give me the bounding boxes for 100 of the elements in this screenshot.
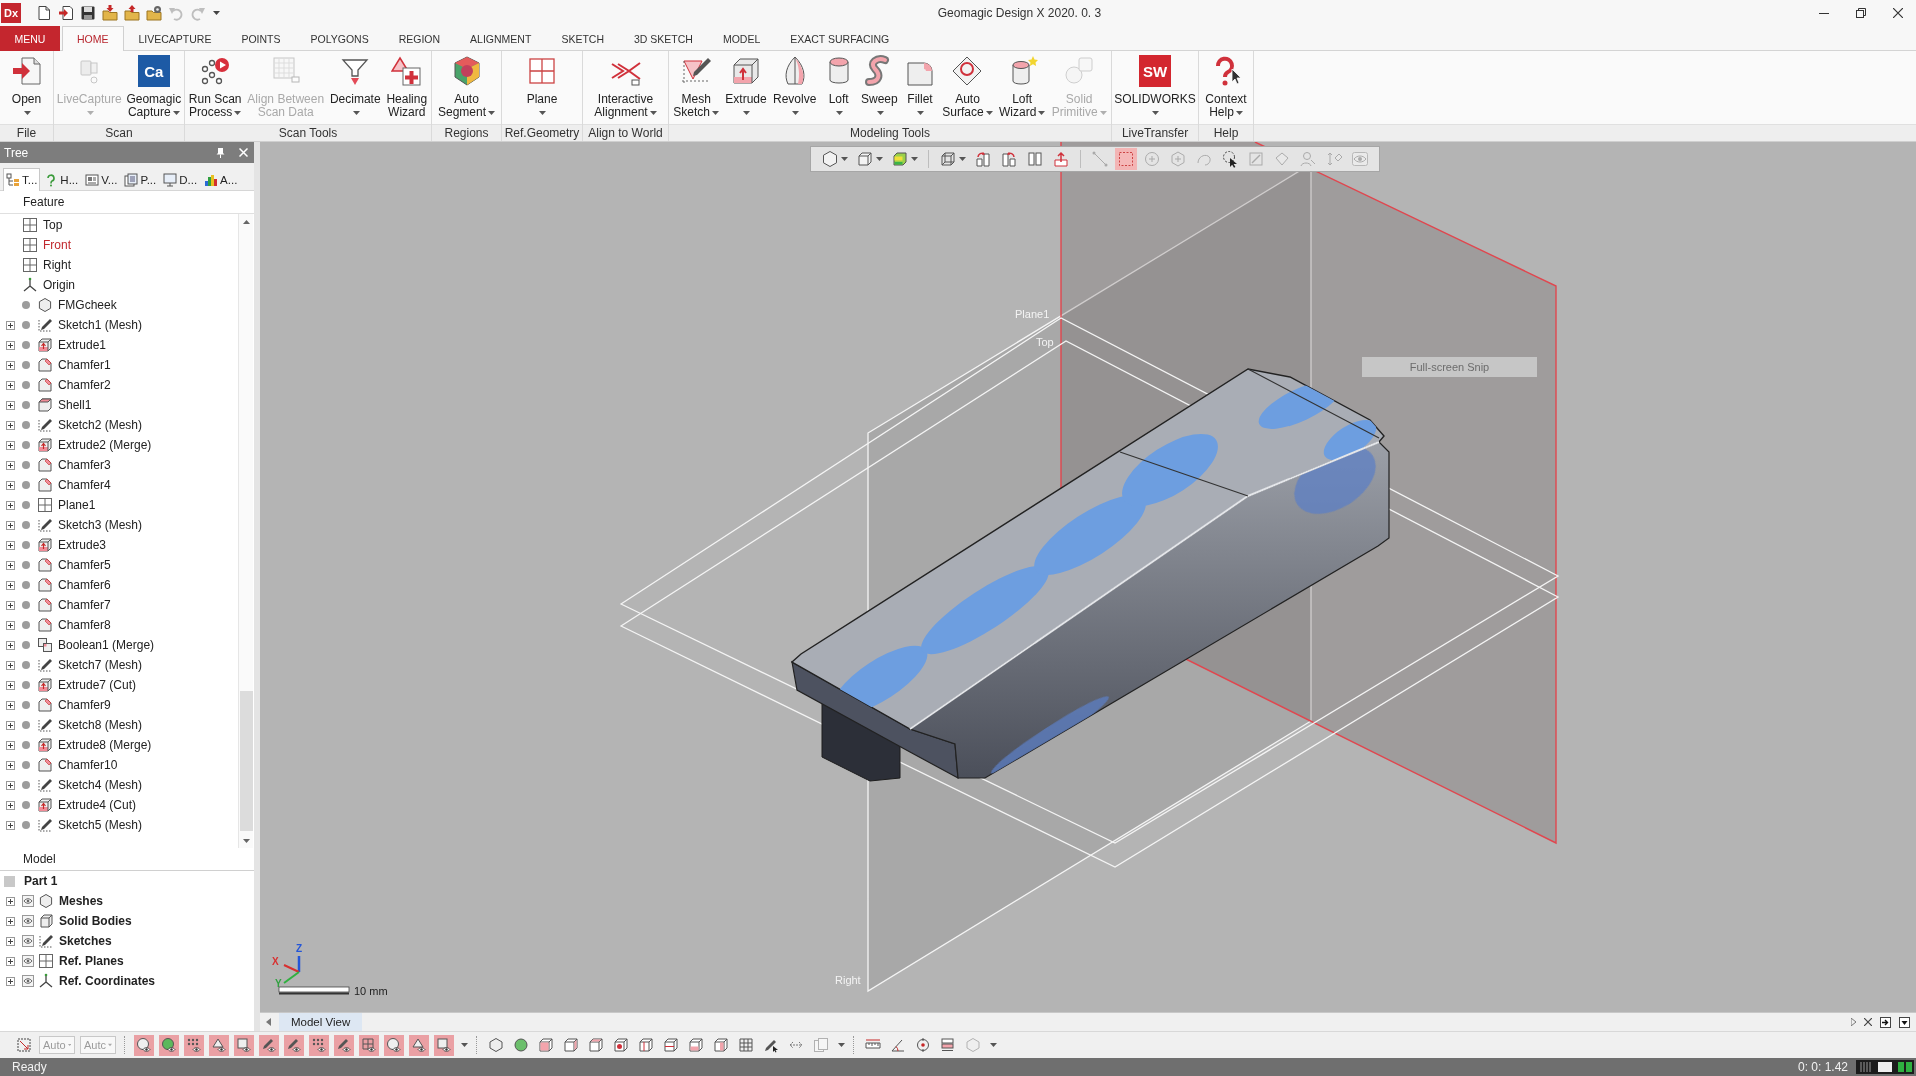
ribbon-tab[interactable]: EXACT SURFACING <box>775 26 905 51</box>
quick-access-button[interactable] <box>101 4 119 22</box>
close-icon[interactable] <box>1864 1018 1872 1026</box>
ribbon-button[interactable]: Run Scan Process <box>186 55 244 119</box>
expand-icon[interactable] <box>6 660 15 670</box>
tree-item[interactable]: Sketch5 (Mesh) <box>58 818 143 832</box>
panel-tab[interactable]: D... <box>160 168 201 191</box>
tree-item[interactable]: Chamfer7 <box>58 598 111 612</box>
tree-item[interactable]: Extrude3 <box>58 538 107 552</box>
expand-icon[interactable] <box>6 780 15 790</box>
caret-icon[interactable] <box>352 110 360 115</box>
expand-icon[interactable] <box>6 500 15 510</box>
ribbon-button[interactable]: Auto Surface <box>940 55 995 119</box>
panel-tab[interactable]: P... <box>121 168 160 191</box>
3d-viewport[interactable]: Plane1 Top Right Z X Y Full-screen Snip 10 mm <box>260 142 1916 1012</box>
display-filter-button[interactable] <box>184 1034 204 1056</box>
tree-item[interactable]: Chamfer9 <box>58 698 111 712</box>
caret-icon[interactable] <box>1235 110 1243 115</box>
ribbon-tab[interactable]: MODEL <box>707 26 776 51</box>
caret-down-icon[interactable] <box>1899 1016 1910 1028</box>
expand-icon[interactable] <box>6 760 15 770</box>
expand-icon[interactable] <box>6 640 15 650</box>
tree-item[interactable]: FMGcheek <box>58 298 117 312</box>
scrollbar-thumb[interactable] <box>239 691 253 831</box>
tree-item[interactable]: Sketches <box>59 934 112 948</box>
caret-icon[interactable] <box>838 1043 845 1047</box>
ribbon-button[interactable]: Extrude <box>723 55 769 119</box>
tree-item[interactable]: Sketch3 (Mesh) <box>58 518 143 532</box>
panel-tab[interactable]: A... <box>201 168 241 191</box>
tree-item[interactable]: Ref. Coordinates <box>59 974 155 988</box>
tree-item[interactable]: Meshes <box>59 894 104 908</box>
ribbon-button[interactable]: Fillet <box>902 55 938 119</box>
tree-item[interactable]: Extrude7 (Cut) <box>58 678 137 692</box>
menu-tab[interactable]: MENU <box>0 26 60 51</box>
ribbon-tab[interactable]: POINTS <box>226 26 296 51</box>
expand-icon[interactable] <box>6 460 15 470</box>
tree-item[interactable]: Ref. Planes <box>59 954 124 968</box>
display-filter-button[interactable] <box>284 1034 304 1056</box>
ribbon-button[interactable]: Ca Geomagic Capture <box>124 55 184 119</box>
right-triangle-icon[interactable] <box>1851 1018 1856 1026</box>
caret-icon[interactable] <box>990 1043 997 1047</box>
ribbon-tab[interactable]: POLYGONS <box>295 26 384 51</box>
arrow-box-icon[interactable] <box>1880 1016 1891 1028</box>
tree-item[interactable]: Chamfer8 <box>58 618 111 632</box>
tree-item[interactable]: Extrude2 (Merge) <box>58 438 152 452</box>
ribbon-tab[interactable]: ALIGNMENT <box>455 26 547 51</box>
display-filter-button[interactable] <box>309 1034 329 1056</box>
tree-item[interactable]: Front <box>43 238 71 252</box>
display-filter-button[interactable] <box>334 1034 354 1056</box>
caret-icon[interactable] <box>743 110 751 115</box>
ribbon-tab[interactable]: HOME <box>62 26 124 51</box>
tree-item[interactable]: Right <box>43 258 71 272</box>
expand-icon[interactable] <box>6 320 15 330</box>
ribbon-button[interactable]: Healing Wizard <box>384 55 430 119</box>
scrollbar[interactable] <box>238 214 253 848</box>
ribbon-tab[interactable]: 3D SKETCH <box>618 26 708 51</box>
expand-icon[interactable] <box>6 480 15 490</box>
caret-icon[interactable] <box>234 110 242 115</box>
expand-icon[interactable] <box>6 976 15 986</box>
display-filter-button[interactable] <box>384 1034 404 1056</box>
tree-item[interactable]: Shell1 <box>58 398 92 412</box>
ribbon-button[interactable]: Context Help <box>1203 55 1249 119</box>
ribbon-button[interactable]: Auto Segment <box>436 55 497 119</box>
eye-icon[interactable] <box>22 915 34 927</box>
caret-icon[interactable] <box>1038 110 1046 115</box>
expand-icon[interactable] <box>6 720 15 730</box>
expand-icon[interactable] <box>6 340 15 350</box>
pin-button[interactable] <box>214 147 227 158</box>
ribbon-button[interactable]: Loft Wizard <box>996 55 1048 119</box>
expand-icon[interactable] <box>6 560 15 570</box>
display-filter-button[interactable] <box>234 1034 254 1056</box>
expand-icon[interactable] <box>6 800 15 810</box>
3d-model[interactable] <box>790 368 1390 782</box>
document-tab[interactable]: Model View <box>279 1013 363 1031</box>
ribbon-button[interactable]: Loft <box>820 55 857 119</box>
expand-icon[interactable] <box>6 400 15 410</box>
ribbon-button[interactable]: Mesh Sketch <box>671 55 721 119</box>
caret-icon[interactable] <box>712 110 719 115</box>
close-button[interactable] <box>237 148 250 157</box>
caret-icon[interactable] <box>836 110 844 115</box>
tree-item[interactable]: Chamfer10 <box>58 758 118 772</box>
tree-item[interactable]: Solid Bodies <box>59 914 132 928</box>
tree-item[interactable]: Chamfer3 <box>58 458 111 472</box>
caret-icon[interactable] <box>841 157 848 161</box>
tree-item[interactable]: Sketch2 (Mesh) <box>58 418 143 432</box>
caret-icon[interactable] <box>213 11 220 15</box>
caret-icon[interactable] <box>792 110 800 115</box>
caret-icon[interactable] <box>24 110 31 115</box>
ribbon-button[interactable]: Revolve <box>771 55 819 119</box>
expand-icon[interactable] <box>6 580 15 590</box>
ribbon-button[interactable]: Open <box>8 55 45 119</box>
caret-icon[interactable] <box>1152 110 1160 115</box>
tree-item[interactable]: Extrude8 (Merge) <box>58 738 152 752</box>
caret-icon[interactable] <box>461 1043 468 1047</box>
tree-item[interactable]: Extrude1 <box>58 338 107 352</box>
display-filter-button[interactable] <box>134 1034 154 1056</box>
tree-item[interactable]: Chamfer5 <box>58 558 111 572</box>
ribbon-button[interactable]: Sweep <box>858 55 900 119</box>
panel-tab[interactable]: T... <box>3 168 41 191</box>
expand-icon[interactable] <box>6 936 15 946</box>
